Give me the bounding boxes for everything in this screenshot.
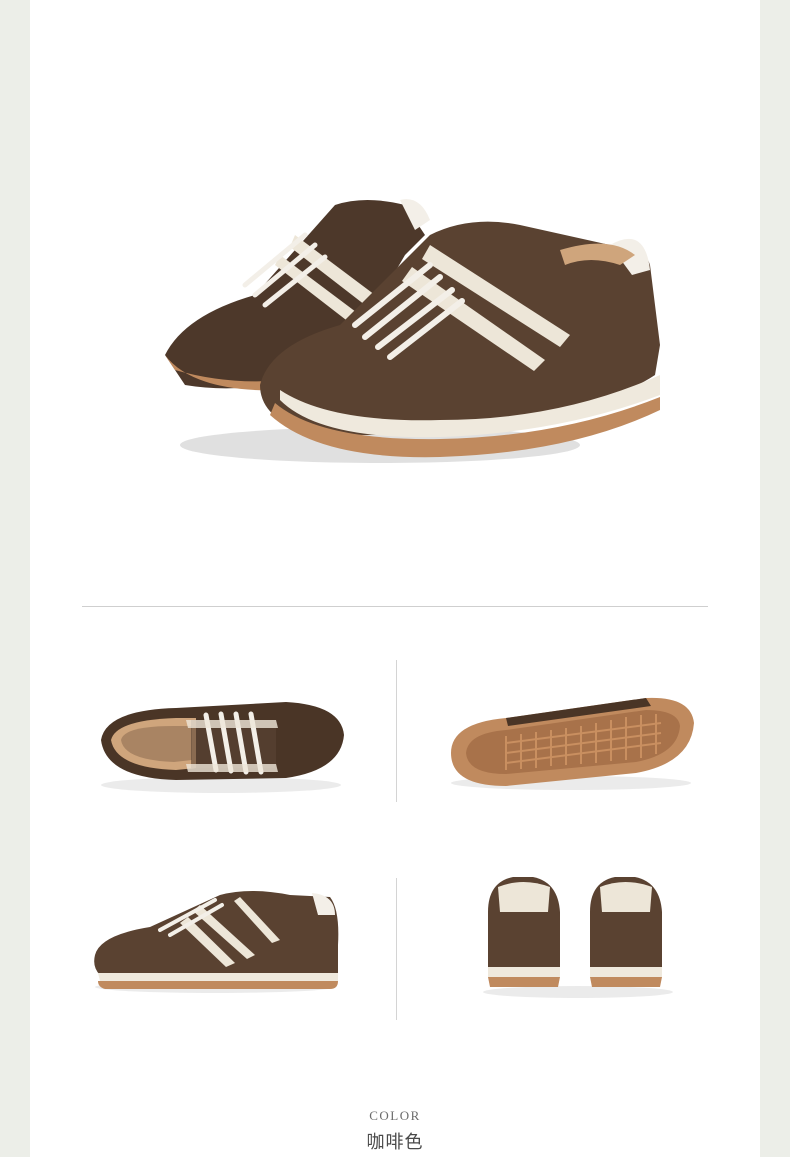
hero-shoe-pair-image	[140, 175, 660, 475]
column-divider	[396, 660, 397, 802]
color-info: COLOR 咖啡色	[30, 1108, 760, 1154]
section-divider	[82, 606, 708, 607]
shoe-side-view-image	[90, 885, 340, 995]
shoe-outsole-view-image	[446, 688, 696, 793]
color-heading: COLOR	[369, 1108, 421, 1123]
shoe-top-view-image	[96, 690, 346, 800]
color-name: 咖啡色	[366, 1132, 424, 1153]
column-divider	[396, 878, 397, 1020]
product-detail-page: COLOR 咖啡色	[30, 0, 760, 1157]
shoe-back-view-image	[478, 872, 678, 1000]
